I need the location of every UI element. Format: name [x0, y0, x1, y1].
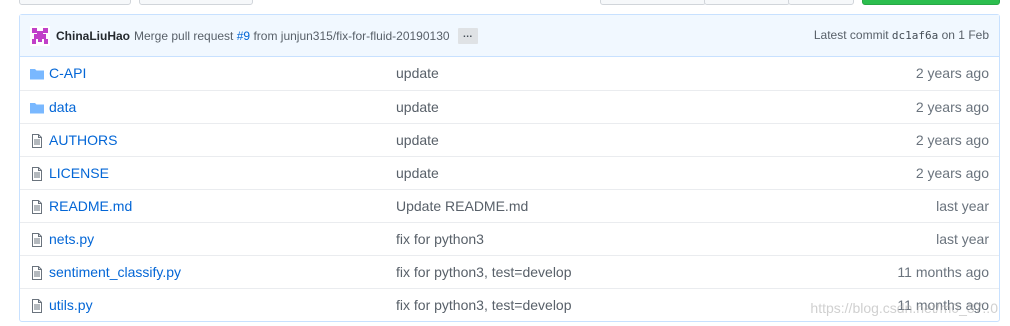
file-icon: [29, 232, 45, 248]
file-icon: [29, 199, 45, 215]
commit-sha-link[interactable]: dc1af6a: [892, 29, 938, 42]
commit-date: on 1 Feb: [941, 28, 989, 42]
latest-commit-label: Latest commit: [813, 28, 889, 42]
top-button-1[interactable]: [19, 0, 131, 5]
file-browser: ChinaLiuHao Merge pull request #9 from j…: [19, 14, 1000, 322]
file-row: utils.py fix for python3, test=develop 1…: [20, 288, 999, 321]
file-list: C-API update 2 years ago data update 2 y…: [20, 57, 999, 321]
top-toolbar: [0, 0, 1010, 6]
file-icon: [29, 265, 45, 281]
top-button-3[interactable]: [600, 0, 706, 5]
top-button-2[interactable]: [139, 0, 253, 5]
file-age: 2 years ago: [915, 65, 989, 81]
file-row: sentiment_classify.py fix for python3, t…: [20, 255, 999, 288]
top-button-5[interactable]: [788, 0, 854, 5]
file-name-link[interactable]: AUTHORS: [49, 132, 117, 148]
file-commit-message[interactable]: update: [396, 65, 439, 81]
file-name-link[interactable]: utils.py: [49, 297, 93, 313]
file-name-link[interactable]: data: [49, 99, 76, 115]
file-age: 11 months ago: [897, 264, 989, 280]
commit-message[interactable]: Merge pull request #9 from junjun315/fix…: [134, 29, 450, 43]
file-name-link[interactable]: C-API: [49, 65, 86, 81]
file-age: 11 months ago: [897, 297, 989, 313]
commit-message-suffix[interactable]: from junjun315/fix-for-fluid-20190130: [253, 29, 449, 43]
file-commit-message[interactable]: Update README.md: [396, 198, 528, 214]
file-name-link[interactable]: LICENSE: [49, 165, 109, 181]
latest-commit-info: Latest commit dc1af6a on 1 Feb: [814, 28, 989, 42]
file-row: README.md Update README.md last year: [20, 189, 999, 222]
file-age: 2 years ago: [915, 99, 989, 115]
file-name-link[interactable]: sentiment_classify.py: [49, 264, 181, 280]
file-row: AUTHORS update 2 years ago: [20, 123, 999, 156]
commit-author[interactable]: ChinaLiuHao: [56, 29, 130, 43]
file-age: 2 years ago: [915, 165, 989, 181]
file-name-link[interactable]: README.md: [49, 198, 132, 214]
commit-message-prefix[interactable]: Merge pull request: [134, 29, 233, 43]
file-commit-message[interactable]: update: [396, 99, 439, 115]
file-icon: [29, 166, 45, 182]
latest-commit-bar: ChinaLiuHao Merge pull request #9 from j…: [20, 15, 999, 57]
folder-icon: [29, 100, 45, 116]
folder-icon: [29, 66, 45, 82]
file-age: 2 years ago: [915, 132, 989, 148]
pull-request-link[interactable]: #9: [237, 29, 250, 43]
file-row: C-API update 2 years ago: [20, 57, 999, 90]
clone-download-button[interactable]: [862, 0, 1000, 5]
file-commit-message[interactable]: fix for python3, test=develop: [396, 297, 572, 313]
file-commit-message[interactable]: update: [396, 132, 439, 148]
expand-commit-button[interactable]: …: [457, 27, 478, 44]
file-age: last year: [936, 231, 989, 247]
file-icon: [29, 133, 45, 149]
file-row: data update 2 years ago: [20, 90, 999, 123]
file-commit-message[interactable]: fix for python3: [396, 231, 484, 247]
avatar[interactable]: [30, 25, 50, 46]
file-name-link[interactable]: nets.py: [49, 231, 94, 247]
file-row: LICENSE update 2 years ago: [20, 156, 999, 189]
file-icon: [29, 298, 45, 314]
file-age: last year: [936, 198, 989, 214]
top-button-4[interactable]: [704, 0, 790, 5]
file-commit-message[interactable]: update: [396, 165, 439, 181]
file-commit-message[interactable]: fix for python3, test=develop: [396, 264, 572, 280]
file-row: nets.py fix for python3 last year: [20, 222, 999, 255]
